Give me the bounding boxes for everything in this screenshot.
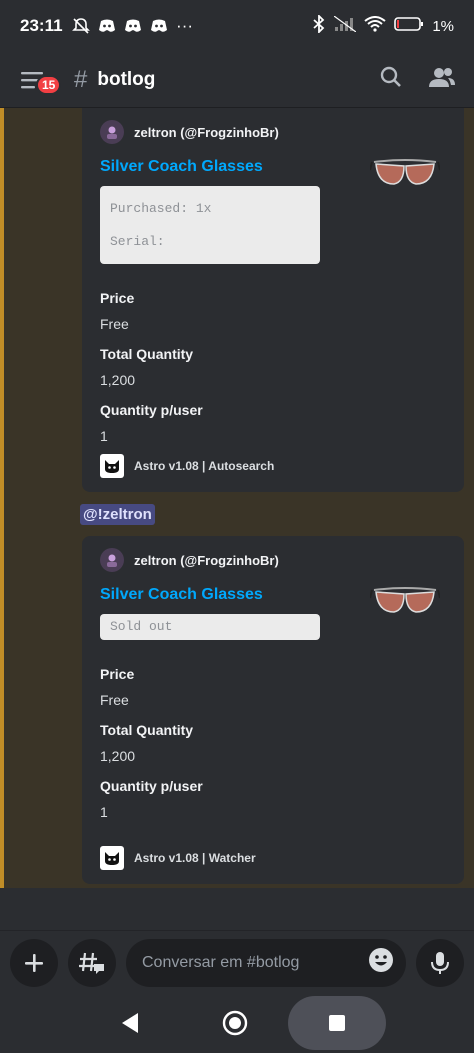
channel-header: 15 # botlog xyxy=(0,52,474,108)
code-line: Serial: xyxy=(110,234,165,249)
menu-button[interactable]: 15 xyxy=(18,65,62,95)
embed-footer: Astro v1.08 | Watcher xyxy=(100,846,256,870)
channel-hash-icon: # xyxy=(74,65,88,93)
glasses-thumbnail[interactable] xyxy=(369,582,441,622)
bot-logo-icon xyxy=(100,846,124,870)
bot-embed: zeltron (@FrogzinhoBr) Silver Coach Glas… xyxy=(82,108,464,492)
wifi-icon xyxy=(364,15,386,37)
search-icon[interactable] xyxy=(380,66,402,93)
avatar xyxy=(100,120,124,144)
user-mention[interactable]: @!zeltron xyxy=(80,504,155,525)
embed-author-name: zeltron (@FrogzinhoBr) xyxy=(134,124,279,140)
field-name: Quantity p/user xyxy=(100,778,203,794)
message-input[interactable] xyxy=(142,953,368,972)
chat-bottom-spacer xyxy=(0,888,474,930)
status-block: Sold out xyxy=(100,614,320,640)
embed-field: Price Free xyxy=(100,666,448,708)
purchase-info-block: Purchased: 1x Serial: xyxy=(100,186,320,264)
battery-level: 1% xyxy=(432,17,454,35)
clock: 23:11 xyxy=(20,16,63,35)
embed-field: Quantity p/user 1 xyxy=(100,402,448,444)
threads-button[interactable] xyxy=(68,938,116,987)
field-value: 1,200 xyxy=(100,372,136,388)
message-list[interactable]: zeltron (@FrogzinhoBr) Silver Coach Glas… xyxy=(0,108,474,888)
embed-author-name: zeltron (@FrogzinhoBr) xyxy=(134,552,279,568)
bot-logo-icon xyxy=(100,454,124,478)
field-value: 1 xyxy=(100,804,108,820)
field-name: Total Quantity xyxy=(100,722,194,738)
more-icon: ··· xyxy=(176,16,194,35)
notifications-off-icon xyxy=(71,16,91,36)
bluetooth-icon xyxy=(312,13,326,38)
avatar xyxy=(100,548,124,572)
back-icon[interactable] xyxy=(120,1012,140,1039)
status-right: 1% xyxy=(312,13,454,38)
embed-field: Total Quantity 1,200 xyxy=(100,346,448,388)
message-input-wrapper xyxy=(126,938,406,987)
field-value: Free xyxy=(100,692,129,708)
code-line: Sold out xyxy=(110,619,173,634)
microphone-icon xyxy=(431,951,449,974)
embed-field: Total Quantity 1,200 xyxy=(100,722,448,764)
recent-apps-icon xyxy=(329,1015,345,1031)
embed-author: zeltron (@FrogzinhoBr) xyxy=(100,548,448,572)
system-nav-bar xyxy=(0,994,474,1053)
status-bar: 23:11 ··· 1% xyxy=(0,0,474,52)
field-name: Price xyxy=(100,666,135,682)
embed-author: zeltron (@FrogzinhoBr) xyxy=(100,120,448,144)
field-name: Total Quantity xyxy=(100,346,194,362)
glasses-thumbnail[interactable] xyxy=(369,154,441,194)
channel-title: botlog xyxy=(97,68,156,90)
home-icon[interactable] xyxy=(222,1010,248,1041)
code-line: Purchased: 1x xyxy=(110,201,212,216)
field-value: 1 xyxy=(100,428,108,444)
embed-footer-text: Astro v1.08 | Autosearch xyxy=(134,459,275,473)
voice-message-button[interactable] xyxy=(416,938,464,987)
signal-icon xyxy=(333,15,357,37)
unread-badge: 15 xyxy=(36,74,62,95)
discord-icon xyxy=(97,16,117,36)
battery-icon xyxy=(394,16,424,37)
threads-icon xyxy=(79,952,104,974)
bot-embed: zeltron (@FrogzinhoBr) Silver Coach Glas… xyxy=(82,536,464,884)
discord-icon xyxy=(149,16,169,36)
embed-field: Price Free xyxy=(100,290,448,332)
field-name: Quantity p/user xyxy=(100,402,203,418)
recent-apps-button[interactable] xyxy=(288,996,386,1050)
message-composer xyxy=(0,930,474,994)
emoji-icon[interactable] xyxy=(368,947,394,978)
embed-field: Quantity p/user 1 xyxy=(100,778,448,820)
field-value: 1,200 xyxy=(100,748,136,764)
discord-icon xyxy=(123,16,143,36)
plus-icon xyxy=(25,953,43,972)
embed-footer: Astro v1.08 | Autosearch xyxy=(100,454,274,478)
add-attachment-button[interactable] xyxy=(10,938,58,987)
members-icon[interactable] xyxy=(428,66,456,93)
field-name: Price xyxy=(100,290,135,306)
field-value: Free xyxy=(100,316,129,332)
embed-footer-text: Astro v1.08 | Watcher xyxy=(134,851,256,865)
